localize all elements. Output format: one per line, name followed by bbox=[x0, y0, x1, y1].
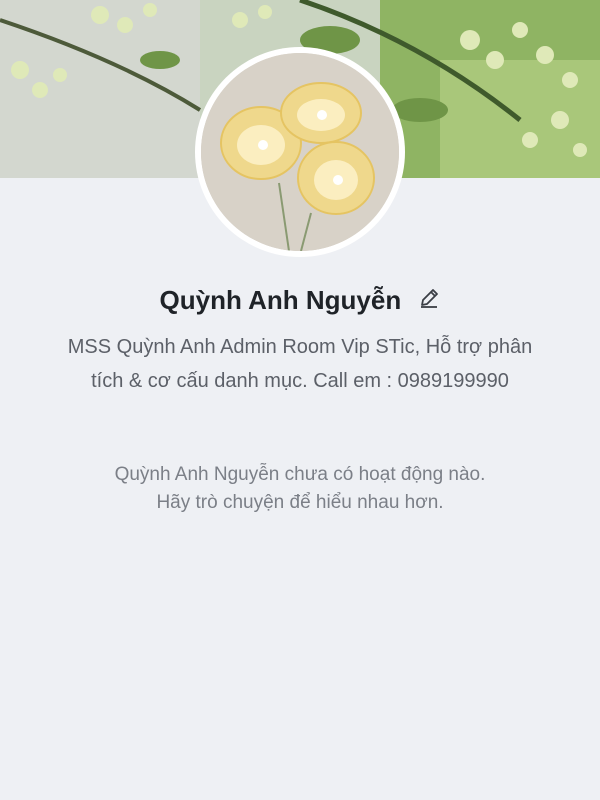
profile-bio: MSS Quỳnh Anh Admin Room Vip STic, Hỗ tr… bbox=[30, 330, 570, 398]
profile-bio-line: MSS Quỳnh Anh Admin Room Vip STic, Hỗ tr… bbox=[67, 336, 533, 358]
pencil-icon[interactable] bbox=[418, 285, 440, 316]
profile-bio-line: tích & cơ cấu danh mục. Call em : 098919… bbox=[91, 370, 509, 392]
profile-name: Quỳnh Anh Nguyễn bbox=[159, 285, 402, 315]
empty-activity-message: Quỳnh Anh Nguyễn chưa có hoạt động nào. … bbox=[30, 461, 570, 517]
avatar-frame[interactable] bbox=[195, 47, 405, 257]
profile-screen: Quỳnh Anh Nguyễn MSS Quỳnh Anh Admin Roo… bbox=[0, 0, 600, 800]
avatar bbox=[201, 53, 399, 251]
profile-name-row: Quỳnh Anh Nguyễn bbox=[0, 285, 600, 316]
empty-activity-line: Quỳnh Anh Nguyễn chưa có hoạt động nào. bbox=[114, 464, 486, 485]
avatar-image bbox=[201, 53, 399, 251]
empty-activity-line: Hãy trò chuyện để hiểu nhau hơn. bbox=[156, 492, 444, 513]
